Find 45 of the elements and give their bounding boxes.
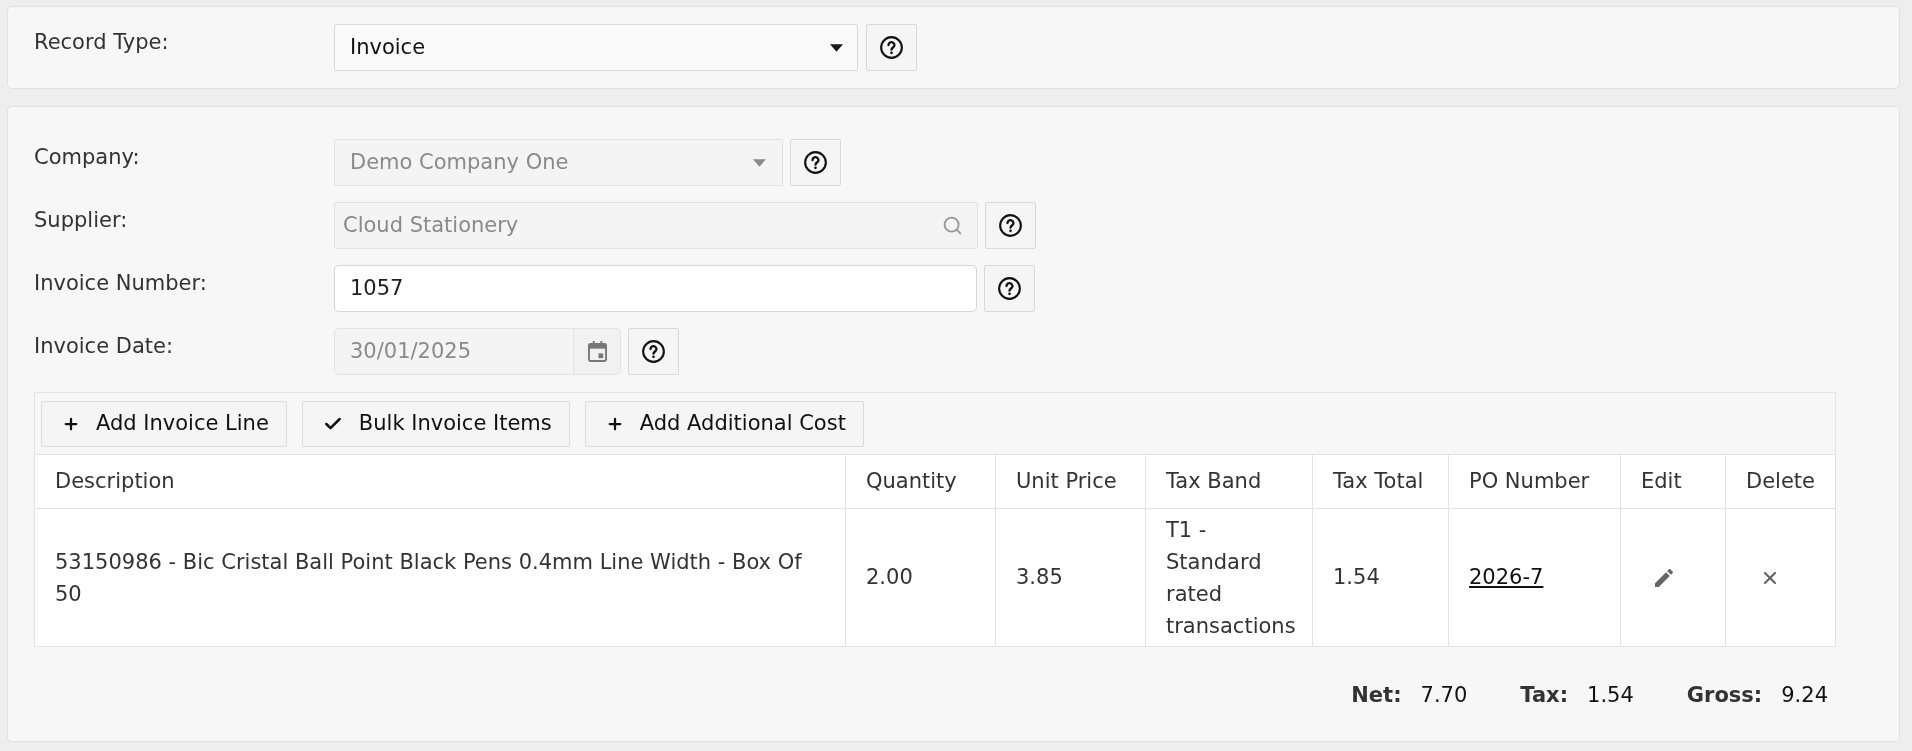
help-button[interactable]: [985, 202, 1036, 249]
column-header: Unit Price: [996, 455, 1146, 509]
po-number-link[interactable]: 2026-7: [1469, 561, 1544, 594]
total-label: Gross:: [1686, 683, 1763, 708]
caret-icon: [830, 43, 843, 52]
search-icon: [942, 215, 963, 236]
table-cell: T1 - Standard rated transactions: [1146, 509, 1313, 646]
help-icon: [999, 214, 1022, 237]
total-value: 1.54: [1587, 683, 1634, 708]
caret-icon: [753, 158, 766, 167]
total-value: 7.70: [1420, 683, 1468, 708]
column-header: Quantity: [846, 455, 996, 509]
help-button[interactable]: [628, 328, 679, 375]
help-icon: [880, 36, 903, 59]
help-button[interactable]: [984, 265, 1035, 312]
column-header: Edit: [1621, 455, 1726, 509]
column-header: Tax Total: [1313, 455, 1449, 509]
help-button[interactable]: [866, 24, 917, 71]
select-field[interactable]: Invoice: [334, 24, 858, 71]
calendar-icon: [587, 341, 607, 362]
table-cell: 3.85: [996, 509, 1146, 646]
field-label: Company:: [34, 144, 141, 171]
total-value: 9.24: [1781, 683, 1828, 708]
calendar-button[interactable]: [574, 328, 621, 375]
help-button[interactable]: [790, 139, 841, 186]
toolbar-button[interactable]: Bulk Invoice Items: [301, 400, 570, 447]
table-cell: 1.54: [1313, 509, 1449, 646]
field-label: Record Type:: [34, 29, 170, 56]
column-header: Description: [35, 455, 846, 509]
text-field[interactable]: 1057: [334, 265, 977, 312]
column-header: Delete: [1726, 455, 1835, 509]
field-label: Invoice Date:: [34, 333, 175, 360]
column-header: Tax Band: [1146, 455, 1313, 509]
column-header: PO Number: [1449, 455, 1621, 509]
table-cell: 53150986 - Bic Cristal Ball Point Black Pens 0.4mm Line Width - Box Of 50: [35, 509, 846, 646]
help-icon: [642, 340, 665, 363]
toolbar-button[interactable]: Add Additional Cost: [584, 400, 864, 447]
field-label: Invoice Number:: [34, 270, 208, 297]
total-label: Tax:: [1520, 683, 1569, 708]
table-cell: 2.00: [846, 509, 996, 646]
toolbar-button[interactable]: Add Invoice Line: [41, 400, 287, 447]
help-icon: [804, 151, 827, 174]
total-label: Net:: [1351, 683, 1402, 708]
field-label: Supplier:: [34, 207, 129, 234]
help-icon: [998, 277, 1021, 300]
